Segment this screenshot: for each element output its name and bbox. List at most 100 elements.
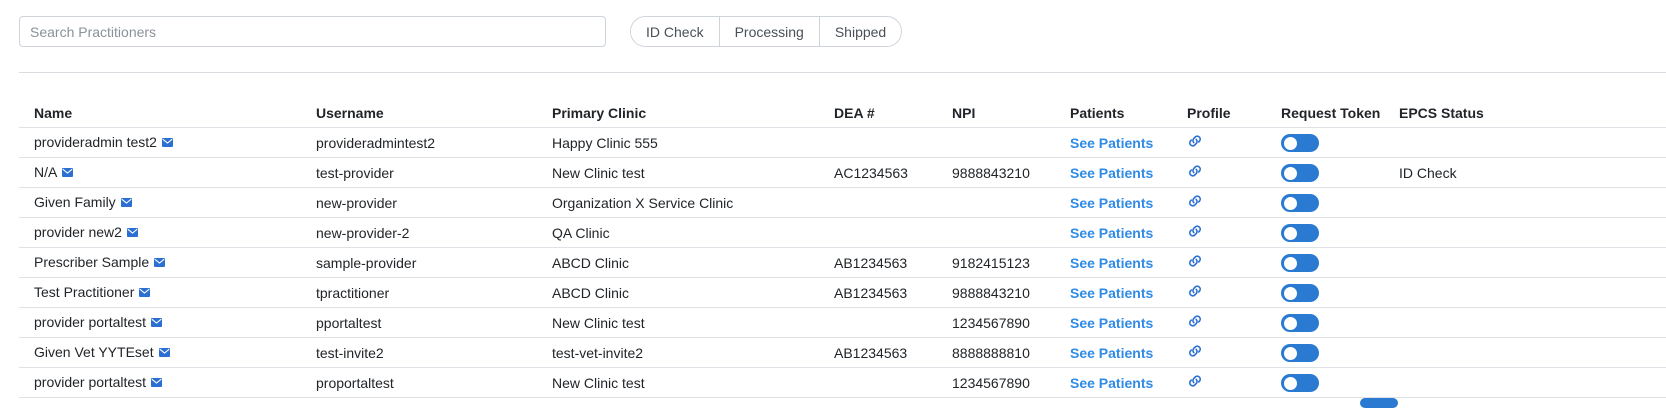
col-header-username[interactable]: Username bbox=[301, 98, 537, 128]
practitioners-table: Name Username Primary Clinic DEA # NPI P… bbox=[19, 98, 1666, 398]
cell-username: sample-provider bbox=[301, 247, 537, 278]
col-header-npi[interactable]: NPI bbox=[937, 98, 1055, 128]
cell-profile bbox=[1172, 157, 1266, 188]
toggle-knob bbox=[1284, 226, 1297, 240]
link-icon[interactable] bbox=[1187, 134, 1203, 151]
cell-profile bbox=[1172, 247, 1266, 278]
filter-id-check-button[interactable]: ID Check bbox=[631, 17, 719, 46]
cell-profile bbox=[1172, 277, 1266, 308]
link-icon[interactable] bbox=[1187, 254, 1203, 271]
see-patients-link[interactable]: See Patients bbox=[1070, 375, 1153, 391]
cell-patients: See Patients bbox=[1055, 337, 1172, 368]
cell-patients: See Patients bbox=[1055, 277, 1172, 308]
cell-primary-clinic: New Clinic test bbox=[537, 157, 819, 188]
cell-dea bbox=[819, 187, 937, 218]
request-token-toggle[interactable] bbox=[1281, 283, 1319, 302]
divider bbox=[19, 72, 1666, 73]
cell-epcs-status bbox=[1384, 337, 1666, 368]
cell-patients: See Patients bbox=[1055, 127, 1172, 158]
cell-profile bbox=[1172, 187, 1266, 218]
request-token-toggle[interactable] bbox=[1281, 313, 1319, 332]
cell-username: new-provider-2 bbox=[301, 217, 537, 248]
mail-icon[interactable] bbox=[62, 164, 74, 180]
cell-name: provideradmin test2 bbox=[19, 127, 301, 158]
cell-request-token bbox=[1266, 127, 1384, 158]
table-row: Test Practitioner tpractitioner ABCD Clini… bbox=[19, 277, 1666, 308]
cell-primary-clinic: New Clinic test bbox=[537, 307, 819, 338]
see-patients-link[interactable]: See Patients bbox=[1070, 135, 1153, 151]
col-header-dea[interactable]: DEA # bbox=[819, 98, 937, 128]
link-icon[interactable] bbox=[1187, 314, 1203, 331]
link-icon[interactable] bbox=[1187, 284, 1203, 301]
table-row: provider portaltest proportaltest New Clin… bbox=[19, 367, 1666, 398]
mail-icon[interactable] bbox=[151, 374, 163, 390]
col-header-primary-clinic[interactable]: Primary Clinic bbox=[537, 98, 819, 128]
cell-npi: 8888888810 bbox=[937, 337, 1055, 368]
col-header-epcs-status[interactable]: EPCS Status bbox=[1384, 98, 1666, 128]
toggle-knob bbox=[1284, 346, 1297, 360]
see-patients-link[interactable]: See Patients bbox=[1070, 225, 1153, 241]
practitioner-name: Given Family bbox=[34, 193, 116, 210]
cell-epcs-status bbox=[1384, 127, 1666, 158]
request-token-toggle[interactable] bbox=[1281, 373, 1319, 392]
link-icon[interactable] bbox=[1187, 194, 1203, 211]
cell-name: provider portaltest bbox=[19, 307, 301, 338]
mail-icon[interactable] bbox=[161, 134, 173, 150]
table-row: Given Vet YYTEset test-invite2 test-vet-in… bbox=[19, 337, 1666, 368]
request-token-toggle[interactable] bbox=[1281, 223, 1319, 242]
cell-profile bbox=[1172, 217, 1266, 248]
practitioner-name: provider portaltest bbox=[34, 373, 147, 390]
see-patients-link[interactable]: See Patients bbox=[1070, 285, 1153, 301]
mail-icon[interactable] bbox=[158, 344, 170, 360]
col-header-request-token: Request Token bbox=[1266, 98, 1384, 128]
col-header-patients: Patients bbox=[1055, 98, 1172, 128]
cell-username: proportaltest bbox=[301, 367, 537, 398]
request-token-toggle[interactable] bbox=[1281, 343, 1319, 362]
see-patients-link[interactable]: See Patients bbox=[1070, 345, 1153, 361]
practitioner-name: provider new2 bbox=[34, 223, 122, 240]
search-practitioners-input[interactable] bbox=[19, 16, 606, 47]
cell-npi: 9182415123 bbox=[937, 247, 1055, 278]
cell-epcs-status bbox=[1384, 277, 1666, 308]
mail-icon[interactable] bbox=[120, 194, 132, 210]
mail-icon[interactable] bbox=[154, 254, 166, 270]
see-patients-link[interactable]: See Patients bbox=[1070, 165, 1153, 181]
cell-npi: 1234567890 bbox=[937, 307, 1055, 338]
cell-npi bbox=[937, 217, 1055, 248]
cell-request-token bbox=[1266, 277, 1384, 308]
cell-dea: AB1234563 bbox=[819, 247, 937, 278]
link-icon[interactable] bbox=[1187, 224, 1203, 241]
request-token-toggle-partial[interactable] bbox=[1360, 398, 1398, 408]
cell-request-token bbox=[1266, 247, 1384, 278]
cell-name: Given Vet YYTEset bbox=[19, 337, 301, 368]
filter-shipped-button[interactable]: Shipped bbox=[818, 17, 902, 46]
link-icon[interactable] bbox=[1187, 374, 1203, 391]
table-body: provideradmin test2 provideradmintest2 Hap… bbox=[19, 127, 1666, 398]
see-patients-link[interactable]: See Patients bbox=[1070, 255, 1153, 271]
cell-dea: AB1234563 bbox=[819, 337, 937, 368]
col-header-name[interactable]: Name bbox=[19, 98, 301, 128]
see-patients-link[interactable]: See Patients bbox=[1070, 195, 1153, 211]
request-token-toggle[interactable] bbox=[1281, 193, 1319, 212]
request-token-toggle[interactable] bbox=[1281, 253, 1319, 272]
request-token-toggle[interactable] bbox=[1281, 163, 1319, 182]
cell-username: provideradmintest2 bbox=[301, 127, 537, 158]
mail-icon[interactable] bbox=[126, 224, 138, 240]
link-icon[interactable] bbox=[1187, 164, 1203, 181]
link-icon[interactable] bbox=[1187, 344, 1203, 361]
mail-icon[interactable] bbox=[139, 284, 151, 300]
cell-dea: AC1234563 bbox=[819, 157, 937, 188]
cell-patients: See Patients bbox=[1055, 217, 1172, 248]
cell-primary-clinic: ABCD Clinic bbox=[537, 277, 819, 308]
see-patients-link[interactable]: See Patients bbox=[1070, 315, 1153, 331]
mail-icon[interactable] bbox=[151, 314, 163, 330]
cell-request-token bbox=[1266, 337, 1384, 368]
request-token-toggle[interactable] bbox=[1281, 133, 1319, 152]
cell-patients: See Patients bbox=[1055, 367, 1172, 398]
cell-npi bbox=[937, 127, 1055, 158]
cell-name: provider portaltest bbox=[19, 367, 301, 398]
cell-npi bbox=[937, 187, 1055, 218]
cell-request-token bbox=[1266, 307, 1384, 338]
filter-processing-button[interactable]: Processing bbox=[718, 17, 819, 46]
cell-username: tpractitioner bbox=[301, 277, 537, 308]
